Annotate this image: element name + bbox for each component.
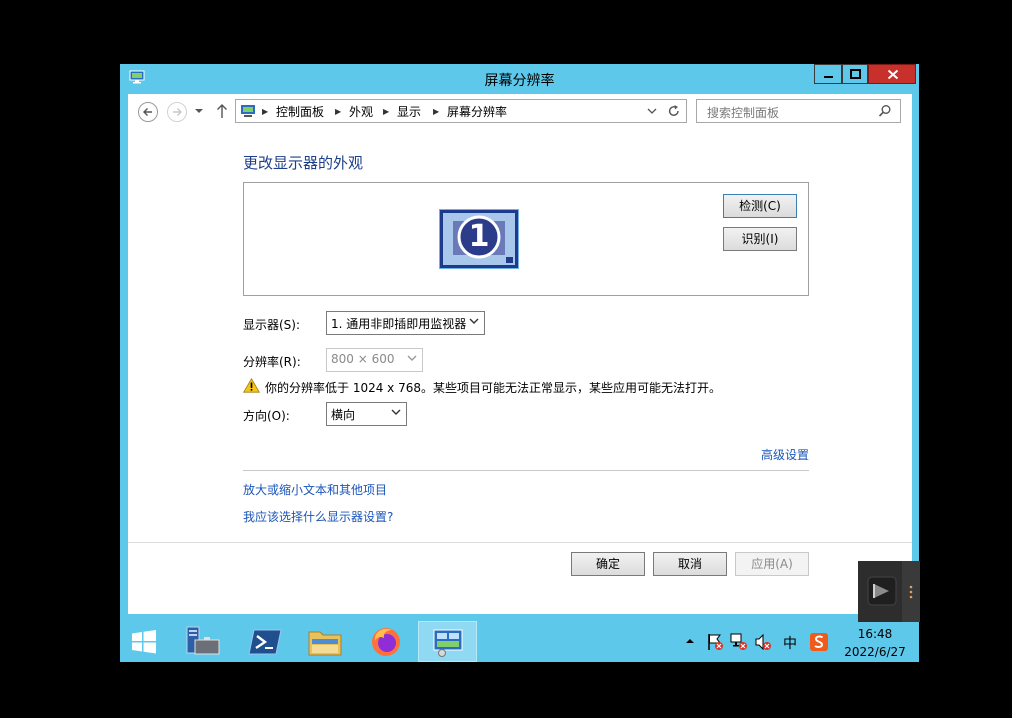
address-bar[interactable]: ▶ 控制面板 ▶ 外观 ▶ 显示 ▶ 屏幕分辨率	[235, 99, 687, 123]
breadcrumb-control-panel[interactable]: 控制面板	[276, 103, 324, 120]
powershell-icon	[248, 629, 282, 655]
firefox-icon	[372, 628, 400, 656]
breadcrumb-display[interactable]: 显示	[397, 103, 421, 120]
up-arrow-icon[interactable]	[215, 102, 229, 120]
address-history-chevron-icon[interactable]	[647, 107, 657, 115]
arrow-left-icon	[143, 108, 152, 116]
screen-resolution-window: 屏幕分辨率 ▶ 控制面板 ▶ 外观 ▶ 显示 ▶ 屏幕分辨率 搜索控制面板 更改…	[120, 64, 919, 621]
text-size-link[interactable]: 放大或缩小文本和其他项目	[243, 481, 387, 498]
page-heading: 更改显示器的外观	[243, 154, 364, 172]
floating-remote-widget[interactable]	[858, 561, 920, 622]
taskbar: 中 16:48 2022/6/27	[120, 621, 919, 662]
monitor-number: 1	[468, 219, 490, 254]
close-icon	[887, 69, 899, 80]
warning-icon	[243, 378, 260, 393]
footer-divider	[128, 542, 912, 543]
title-bar[interactable]: 屏幕分辨率	[120, 64, 919, 94]
start-button[interactable]	[120, 621, 178, 662]
identify-button[interactable]: 识别(I)	[723, 227, 797, 251]
network-icon[interactable]	[730, 633, 748, 651]
chevron-down-icon	[407, 355, 417, 361]
display-settings-icon	[433, 629, 463, 657]
which-settings-link[interactable]: 我应该选择什么显示器设置?	[243, 508, 393, 525]
resolution-dropdown[interactable]: 800 × 600	[326, 348, 423, 372]
breadcrumb-separator-icon: ▶	[335, 107, 342, 116]
apply-button[interactable]: 应用(A)	[735, 552, 809, 576]
remote-session-icon	[867, 576, 897, 606]
detect-button[interactable]: 检测(C)	[723, 194, 797, 218]
windows-logo-icon	[132, 630, 156, 654]
breadcrumb-screen-resolution[interactable]: 屏幕分辨率	[447, 103, 507, 120]
resolution-dropdown-value: 800 × 600	[331, 352, 395, 366]
orientation-dropdown-value: 横向	[331, 408, 356, 422]
taskbar-powershell[interactable]	[236, 621, 294, 662]
sogou-ime-icon[interactable]	[809, 632, 829, 652]
breadcrumb-separator-icon: ▶	[433, 107, 440, 116]
monitor-preview-panel: 1 检测(C) 识别(I)	[243, 182, 809, 296]
display-dropdown[interactable]: 1. 通用非即插即用监视器	[326, 311, 485, 335]
breadcrumb-separator-icon: ▶	[262, 107, 269, 116]
breadcrumb-separator-icon: ▶	[383, 107, 390, 116]
advanced-settings-link[interactable]: 高级设置	[761, 446, 809, 463]
cancel-button[interactable]: 取消	[653, 552, 727, 576]
display-label: 显示器(S):	[243, 318, 301, 332]
resolution-warning-text: 你的分辨率低于 1024 x 768。某些项目可能无法正常显示，某些应用可能无法…	[265, 381, 721, 395]
volume-muted-icon[interactable]	[754, 633, 772, 651]
window-title: 屏幕分辨率	[484, 73, 555, 89]
breadcrumb-appearance[interactable]: 外观	[349, 103, 373, 120]
input-method-indicator[interactable]: 中	[783, 633, 797, 653]
chevron-down-icon	[391, 409, 401, 415]
clock-time[interactable]: 16:48	[850, 627, 900, 641]
divider	[243, 470, 809, 471]
window-client-area: ▶ 控制面板 ▶ 外观 ▶ 显示 ▶ 屏幕分辨率 搜索控制面板 更改显示器的外观…	[128, 94, 912, 614]
refresh-icon[interactable]	[667, 104, 681, 118]
back-button[interactable]	[138, 102, 158, 122]
clock-date[interactable]: 2022/6/27	[836, 645, 914, 659]
control-panel-icon	[241, 105, 255, 117]
search-icon[interactable]	[878, 104, 892, 118]
resolution-label: 分辨率(R):	[243, 355, 301, 369]
taskbar-screen-resolution[interactable]	[418, 621, 477, 662]
minimize-icon	[824, 76, 833, 78]
maximize-button[interactable]	[842, 64, 868, 84]
taskbar-server-manager[interactable]	[176, 621, 234, 662]
orientation-label: 方向(O):	[243, 409, 290, 423]
minimize-button[interactable]	[814, 64, 842, 84]
taskbar-firefox[interactable]	[358, 621, 416, 662]
server-manager-icon	[186, 626, 220, 655]
arrow-right-icon	[173, 108, 182, 116]
folder-icon	[308, 631, 342, 656]
search-box[interactable]: 搜索控制面板	[696, 99, 901, 123]
ok-button[interactable]: 确定	[571, 552, 645, 576]
show-hidden-icons-chevron-icon[interactable]	[685, 637, 695, 645]
chevron-down-icon	[469, 318, 479, 324]
recent-locations-chevron-icon[interactable]	[194, 107, 204, 115]
close-button[interactable]	[868, 64, 916, 84]
forward-button[interactable]	[167, 102, 187, 122]
taskbar-file-explorer[interactable]	[296, 621, 354, 662]
display-dropdown-value: 1. 通用非即插即用监视器	[331, 317, 467, 331]
maximize-icon	[850, 69, 861, 79]
more-vertical-icon	[909, 585, 913, 599]
orientation-dropdown[interactable]: 横向	[326, 402, 407, 426]
widget-handle[interactable]	[902, 561, 920, 622]
monitor-1-thumbnail[interactable]: 1	[439, 209, 519, 269]
search-placeholder[interactable]: 搜索控制面板	[707, 104, 779, 121]
action-center-flag-icon[interactable]	[706, 633, 724, 651]
